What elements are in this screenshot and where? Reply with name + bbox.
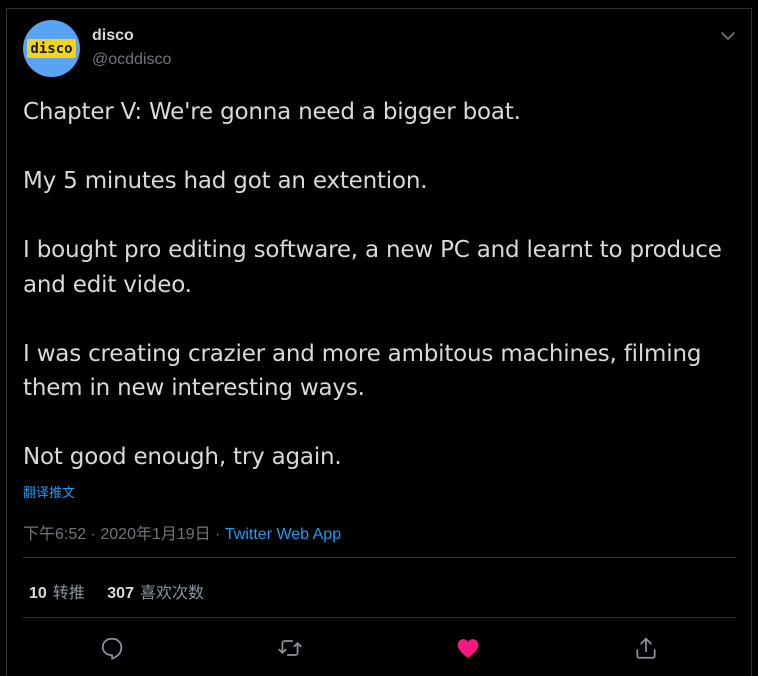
divider bbox=[23, 617, 736, 618]
tweet-paragraph: I bought pro editing software, a new PC … bbox=[23, 237, 722, 298]
meta-separator: · bbox=[86, 526, 101, 543]
retweets-label: 转推 bbox=[52, 585, 85, 602]
author-handle[interactable]: @ocddisco bbox=[92, 51, 171, 69]
likes-count: 307 bbox=[107, 585, 134, 602]
tweet-time[interactable]: 下午6:52 bbox=[23, 526, 86, 543]
retweet-icon[interactable] bbox=[277, 635, 303, 661]
tweet-card: disco disco @ocddisco Chapter V: We're g… bbox=[6, 8, 752, 676]
tweet-text: Chapter V: We're gonna need a bigger boa… bbox=[23, 95, 733, 475]
tweet-paragraph: Chapter V: We're gonna need a bigger boa… bbox=[23, 99, 521, 125]
share-icon[interactable] bbox=[633, 635, 659, 661]
tweet-source-link[interactable]: Twitter Web App bbox=[225, 526, 341, 543]
tweet-paragraph: My 5 minutes had got an extention. bbox=[23, 168, 428, 194]
avatar[interactable]: disco bbox=[23, 20, 80, 77]
retweets-stat[interactable]: 10 转推 bbox=[29, 585, 85, 602]
reply-icon[interactable] bbox=[99, 635, 125, 661]
avatar-logo-text: disco bbox=[30, 41, 72, 57]
tweet-meta: 下午6:52 · 2020年1月19日 · Twitter Web App bbox=[23, 520, 341, 544]
meta-separator: · bbox=[210, 526, 225, 543]
tweet-stats: 10 转推 307 喜欢次数 bbox=[29, 579, 222, 603]
divider bbox=[23, 557, 736, 558]
heart-icon[interactable] bbox=[455, 635, 481, 661]
translate-tweet-link[interactable]: 翻译推文 bbox=[23, 482, 75, 501]
author-display-name[interactable]: disco bbox=[92, 27, 134, 45]
likes-label: 喜欢次数 bbox=[139, 585, 204, 602]
tweet-paragraph: I was creating crazier and more ambitous… bbox=[23, 340, 702, 402]
tweet-date[interactable]: 2020年1月19日 bbox=[100, 526, 210, 543]
retweets-count: 10 bbox=[29, 585, 47, 602]
chevron-down-icon[interactable] bbox=[719, 27, 737, 45]
likes-stat[interactable]: 307 喜欢次数 bbox=[107, 585, 204, 602]
tweet-actions bbox=[7, 631, 753, 665]
tweet-paragraph: Not good enough, try again. bbox=[23, 444, 342, 470]
